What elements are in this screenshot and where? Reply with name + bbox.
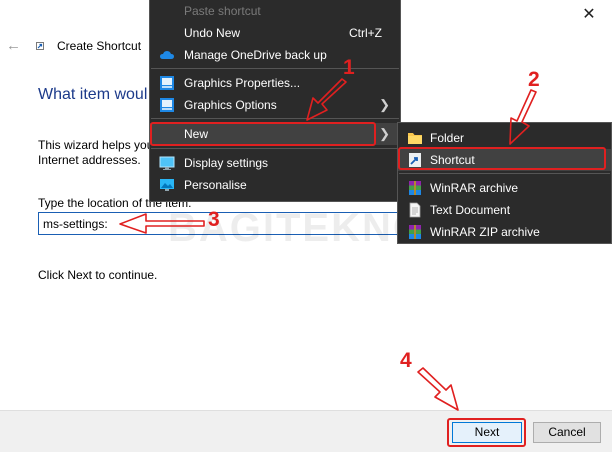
close-icon[interactable]: ✕ <box>578 4 600 26</box>
continue-hint: Click Next to continue. <box>38 268 158 282</box>
graphics-icon <box>160 98 174 112</box>
text-document-icon <box>409 202 421 218</box>
menu-item-graphics-options[interactable]: Graphics Options ❯ <box>150 94 400 116</box>
menu-item-label: New <box>184 127 209 141</box>
sep <box>399 173 610 174</box>
wizard-title: Create Shortcut <box>57 39 142 53</box>
chevron-right-icon: ❯ <box>379 97 390 112</box>
menu-item-label: Graphics Properties... <box>184 76 301 90</box>
context-menu: Paste shortcut Undo New Ctrl+Z Manage On… <box>149 0 401 202</box>
submenu-item-winrar-archive[interactable]: WinRAR archive <box>398 177 611 199</box>
menu-item-paste-shortcut[interactable]: Paste shortcut <box>150 0 400 22</box>
menu-item-shortcut: Ctrl+Z <box>349 26 382 40</box>
wizard-description: This wizard helps you Internet addresses… <box>38 138 154 167</box>
menu-item-new[interactable]: New ❯ <box>150 123 400 145</box>
menu-item-personalise[interactable]: Personalise <box>150 174 400 196</box>
menu-item-display-settings[interactable]: Display settings <box>150 152 400 174</box>
display-icon <box>159 156 175 170</box>
shortcut-icon <box>409 153 421 167</box>
submenu-item-label: Text Document <box>430 203 511 217</box>
new-submenu: Folder Shortcut WinRAR archive Text Docu… <box>397 122 612 244</box>
sep <box>151 148 399 149</box>
cancel-button[interactable]: Cancel <box>533 422 601 443</box>
step-number-4: 4 <box>400 349 412 372</box>
submenu-item-folder[interactable]: Folder <box>398 127 611 149</box>
submenu-item-label: Shortcut <box>430 153 475 167</box>
submenu-item-winrar-zip[interactable]: WinRAR ZIP archive <box>398 221 611 243</box>
graphics-icon <box>160 76 174 90</box>
menu-item-label: Paste shortcut <box>184 4 261 18</box>
folder-icon <box>408 133 422 144</box>
winrar-zip-icon <box>409 225 421 239</box>
submenu-item-text-document[interactable]: Text Document <box>398 199 611 221</box>
sep <box>151 68 399 69</box>
winrar-icon <box>409 181 421 195</box>
shortcut-icon <box>36 42 44 50</box>
next-button[interactable]: Next <box>452 422 522 443</box>
menu-item-label: Personalise <box>184 178 247 192</box>
menu-item-label: Undo New <box>184 26 241 40</box>
chevron-right-icon: ❯ <box>379 126 390 141</box>
submenu-item-label: WinRAR archive <box>430 181 519 195</box>
personalise-icon <box>160 179 174 191</box>
menu-item-label: Manage OneDrive back up <box>184 48 327 62</box>
onedrive-icon <box>160 51 174 59</box>
submenu-item-shortcut[interactable]: Shortcut <box>398 149 611 171</box>
menu-item-label: Display settings <box>184 156 269 170</box>
menu-item-undo-new[interactable]: Undo New Ctrl+Z <box>150 22 400 44</box>
page-heading: What item woul <box>38 86 148 103</box>
sep <box>151 118 399 119</box>
arrow-4 <box>417 367 459 411</box>
menu-item-graphics-properties[interactable]: Graphics Properties... <box>150 72 400 94</box>
submenu-item-label: WinRAR ZIP archive <box>430 225 540 239</box>
step-number-3: 3 <box>208 208 220 231</box>
submenu-item-label: Folder <box>430 131 465 145</box>
menu-item-label: Graphics Options <box>184 98 277 112</box>
back-arrow-icon[interactable]: ← <box>6 37 24 55</box>
step-number-2: 2 <box>528 68 540 91</box>
step-number-1: 1 <box>343 56 355 79</box>
menu-item-onedrive[interactable]: Manage OneDrive back up <box>150 44 400 66</box>
